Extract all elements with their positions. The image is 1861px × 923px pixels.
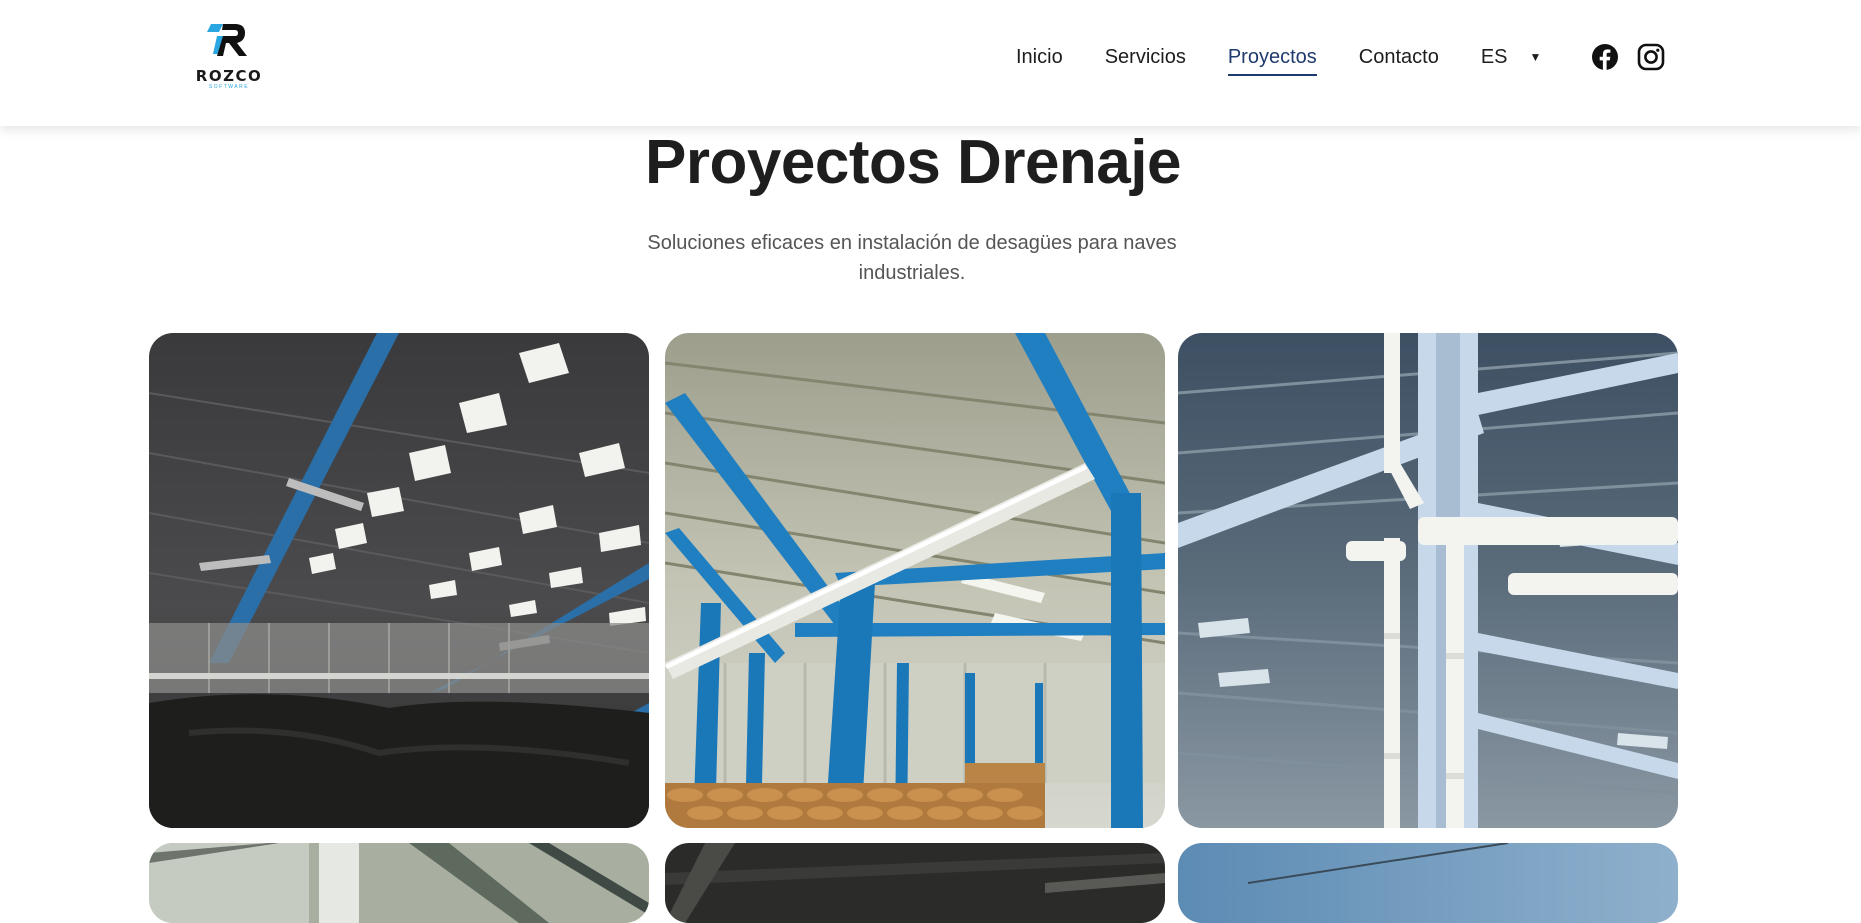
rozco-logo[interactable]: ROZCO SOFTWARE xyxy=(193,20,265,90)
logo-tagline: SOFTWARE xyxy=(208,84,250,90)
logo-name: ROZCO xyxy=(195,67,263,85)
blue-sky-photo xyxy=(1178,843,1678,923)
warehouse-blue-columns-photo xyxy=(665,333,1165,828)
warehouse-dark-roof-photo xyxy=(149,333,649,828)
nav-item-inicio[interactable]: Inicio xyxy=(1016,46,1063,69)
gallery-image-2[interactable] xyxy=(665,333,1165,828)
gallery-image-1[interactable] xyxy=(149,333,649,828)
rozco-logo-mark xyxy=(207,24,247,56)
site-header: ROZCO SOFTWARE Inicio Servicios Proyecto… xyxy=(0,0,1861,126)
gallery-image-3[interactable] xyxy=(1178,333,1678,828)
gallery-image-5[interactable] xyxy=(665,843,1165,923)
instagram-icon[interactable] xyxy=(1637,43,1665,71)
nav-item-contacto[interactable]: Contacto xyxy=(1359,46,1439,69)
roof-structure-photo xyxy=(149,843,649,923)
language-selector[interactable]: ES ▼ xyxy=(1481,46,1542,69)
caret-down-icon: ▼ xyxy=(1529,50,1542,64)
page-subtitle: Soluciones eficaces en instalación de de… xyxy=(647,232,1177,284)
nav-item-proyectos[interactable]: Proyectos xyxy=(1227,46,1317,76)
dark-roof-photo xyxy=(665,843,1165,923)
social-links xyxy=(1591,43,1665,71)
white-downpipes-photo xyxy=(1178,333,1678,828)
gallery-image-6[interactable] xyxy=(1178,843,1678,923)
page-title: Proyectos Drenaje xyxy=(645,128,1181,197)
main-nav: Inicio Servicios Proyectos Contacto ES ▼ xyxy=(1016,42,1665,76)
facebook-icon[interactable] xyxy=(1591,43,1619,71)
nav-item-servicios[interactable]: Servicios xyxy=(1105,46,1186,69)
language-label: ES xyxy=(1480,45,1508,68)
gallery-image-4[interactable] xyxy=(149,843,649,923)
